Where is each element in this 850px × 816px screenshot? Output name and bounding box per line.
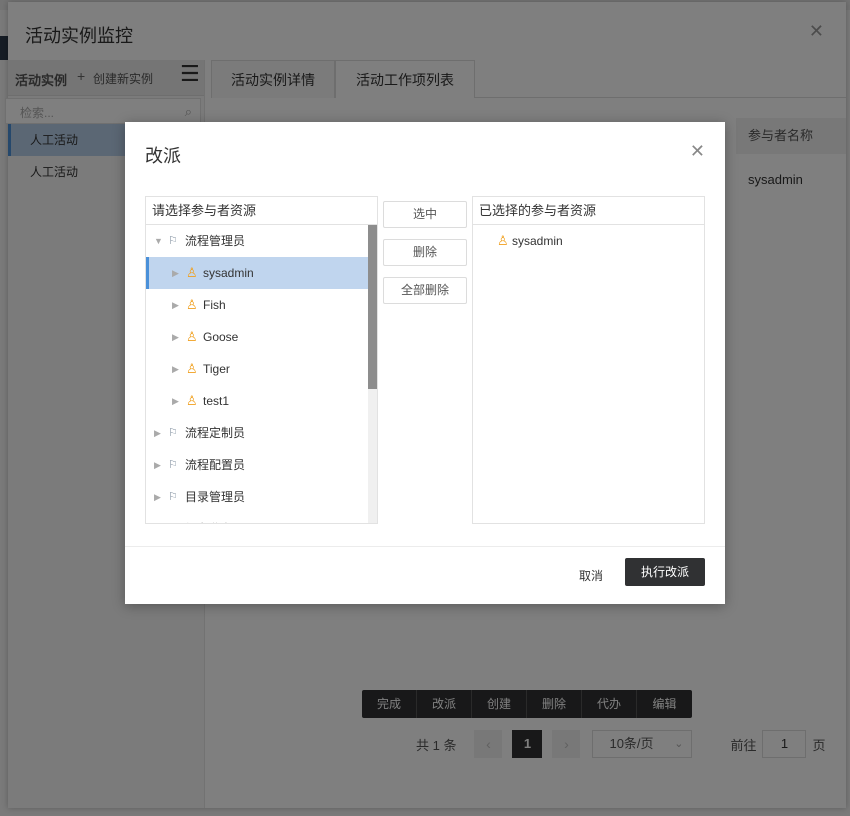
tree-user-node[interactable]: ▶ ♙ Fish <box>146 289 377 321</box>
tree-node-label: 流程定制员 <box>185 426 246 440</box>
role-group-icon: ⚐ <box>168 491 178 503</box>
tree-node-label: 流程管理员 <box>185 234 246 248</box>
user-icon: ♙ <box>186 361 198 376</box>
caret-right-icon[interactable]: ▶ <box>154 513 161 523</box>
available-panel-title: 请选择参与者资源 <box>146 197 377 225</box>
caret-right-icon[interactable]: ▶ <box>172 321 179 353</box>
remove-all-button[interactable]: 全部删除 <box>383 277 467 304</box>
available-participants-panel: 请选择参与者资源 ▼ ⚐ 流程管理员 ▶ ♙ sysadmin ▶ ♙ Fish ▶ ♙ Goose ▶… <box>145 196 378 524</box>
tree-node-label: Goose <box>203 330 239 344</box>
tree-role-node[interactable]: ▶ ⚐ 流程定制员 <box>146 417 377 449</box>
select-button[interactable]: 选中 <box>383 201 467 228</box>
selected-participants-panel: 已选择的参与者资源 ♙ sysadmin <box>472 196 705 524</box>
caret-right-icon[interactable]: ▶ <box>172 385 179 417</box>
tree-user-node[interactable]: ▶ ♙ Goose <box>146 321 377 353</box>
role-group-icon: ⚐ <box>168 513 178 523</box>
modal-footer: 取消 执行改派 <box>125 546 725 604</box>
role-group-icon: ⚐ <box>168 427 178 439</box>
tree-node-label: 流程配置员 <box>185 458 246 472</box>
selected-user-item[interactable]: ♙ sysadmin <box>473 225 704 257</box>
tree-role-node[interactable]: ▶ ⚐ 目录管理员 <box>146 481 377 513</box>
caret-right-icon[interactable]: ▶ <box>172 353 179 385</box>
user-icon: ♙ <box>186 265 198 280</box>
caret-right-icon[interactable]: ▶ <box>154 449 161 481</box>
tree-node-label: Tiger <box>203 362 230 376</box>
user-icon: ♙ <box>186 297 198 312</box>
caret-right-icon[interactable]: ▶ <box>172 257 179 289</box>
role-group-icon: ⚐ <box>168 235 178 247</box>
user-icon: ♙ <box>186 393 198 408</box>
modal-title: 改派 <box>145 146 181 166</box>
tree-node-label: 目录管理员 <box>185 490 246 504</box>
tree-scrollbar-thumb[interactable] <box>368 225 377 389</box>
role-group-icon: ⚐ <box>168 459 178 471</box>
user-icon: ♙ <box>186 329 198 344</box>
remove-button[interactable]: 删除 <box>383 239 467 266</box>
selected-user-label: sysadmin <box>512 234 563 248</box>
user-icon: ♙ <box>497 233 509 248</box>
selected-panel-title: 已选择的参与者资源 <box>473 197 704 225</box>
caret-right-icon[interactable]: ▶ <box>154 481 161 513</box>
tree-node-label: 经办业务员 <box>185 513 245 523</box>
reassign-modal: 改派 ✕ 请选择参与者资源 ▼ ⚐ 流程管理员 ▶ ♙ sysadmin ▶ ♙ Fish ▶ ♙ G… <box>125 122 725 604</box>
tree-node-label: test1 <box>203 394 230 408</box>
tree-user-node[interactable]: ▶ ♙ Tiger <box>146 353 377 385</box>
tree-user-node[interactable]: ▶ ♙ test1 <box>146 385 377 417</box>
tree-node-label: Fish <box>203 298 226 312</box>
participant-tree: ▼ ⚐ 流程管理员 ▶ ♙ sysadmin ▶ ♙ Fish ▶ ♙ Goose ▶ ♙ Tiger ▶ ♙ t… <box>146 225 377 523</box>
tree-node-label: sysadmin <box>203 266 254 280</box>
caret-down-icon[interactable]: ▼ <box>154 225 163 257</box>
tree-user-node[interactable]: ▶ ♙ sysadmin <box>146 257 377 289</box>
caret-right-icon[interactable]: ▶ <box>172 289 179 321</box>
selected-participant-list: ♙ sysadmin <box>473 225 704 523</box>
execute-reassign-button[interactable]: 执行改派 <box>625 558 705 586</box>
caret-right-icon[interactable]: ▶ <box>154 417 161 449</box>
tree-role-node[interactable]: ▶ ⚐ 经办业务员 <box>146 513 377 523</box>
tree-role-node[interactable]: ▶ ⚐ 流程配置员 <box>146 449 377 481</box>
cancel-button[interactable]: 取消 <box>579 567 603 584</box>
close-icon[interactable]: ✕ <box>690 142 705 160</box>
tree-role-node[interactable]: ▼ ⚐ 流程管理员 <box>146 225 377 257</box>
